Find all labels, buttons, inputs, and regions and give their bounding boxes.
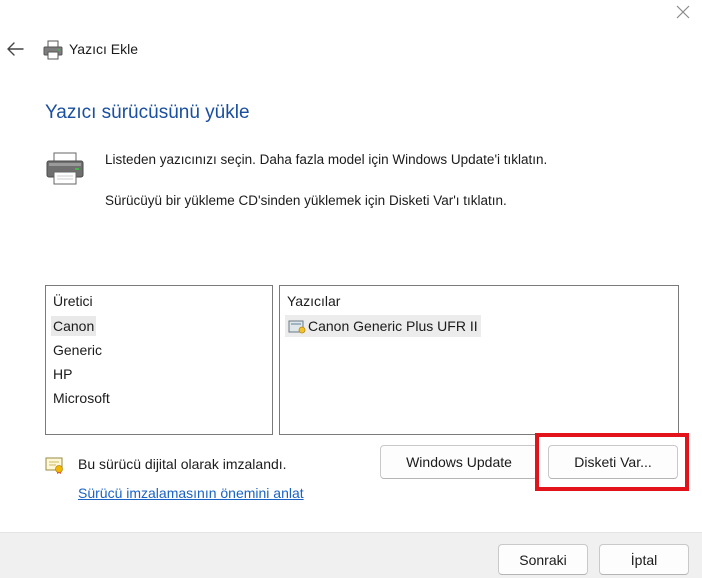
window-title: Yazıcı Ekle (69, 41, 138, 57)
printer-item-label: Canon Generic Plus UFR II (308, 318, 478, 334)
printer-item-canon-generic-plus-ufr-ii[interactable]: Canon Generic Plus UFR II (285, 315, 481, 337)
printer-icon (42, 39, 64, 61)
printer-driver-icon (288, 320, 306, 334)
printer-list[interactable]: Yazıcılar Canon Generic Plus UFR II (279, 285, 679, 435)
description-line-2: Sürücüyü bir yükleme CD'sinden yüklemek … (105, 193, 507, 208)
printer-large-icon (45, 152, 85, 186)
manufacturer-item-canon[interactable]: Canon (51, 316, 97, 336)
manufacturer-item-generic[interactable]: Generic (51, 340, 104, 360)
manufacturer-item-microsoft[interactable]: Microsoft (51, 388, 112, 408)
back-button[interactable] (4, 38, 26, 60)
footer-bar (0, 532, 702, 578)
have-disk-button[interactable]: Disketi Var... (548, 445, 678, 479)
windows-update-button[interactable]: Windows Update (380, 445, 538, 479)
signing-importance-link[interactable]: Sürücü imzalamasının önemini anlat (78, 485, 304, 501)
page-heading: Yazıcı sürücüsünü yükle (45, 102, 250, 123)
manufacturer-item-hp[interactable]: HP (51, 364, 74, 384)
certificate-icon (45, 456, 65, 474)
printer-list-header: Yazıcılar (287, 293, 341, 309)
manufacturer-list[interactable]: Üretici Canon Generic HP Microsoft (45, 285, 273, 435)
back-arrow-icon (7, 42, 24, 56)
cancel-button[interactable]: İptal (599, 544, 689, 575)
manufacturer-list-header: Üretici (53, 293, 93, 309)
close-icon (676, 5, 690, 19)
close-button[interactable] (668, 0, 698, 24)
next-button[interactable]: Sonraki (498, 544, 588, 575)
description-line-1: Listeden yazıcınızı seçin. Daha fazla mo… (105, 152, 548, 167)
signature-status-text: Bu sürücü dijital olarak imzalandı. (78, 456, 287, 472)
